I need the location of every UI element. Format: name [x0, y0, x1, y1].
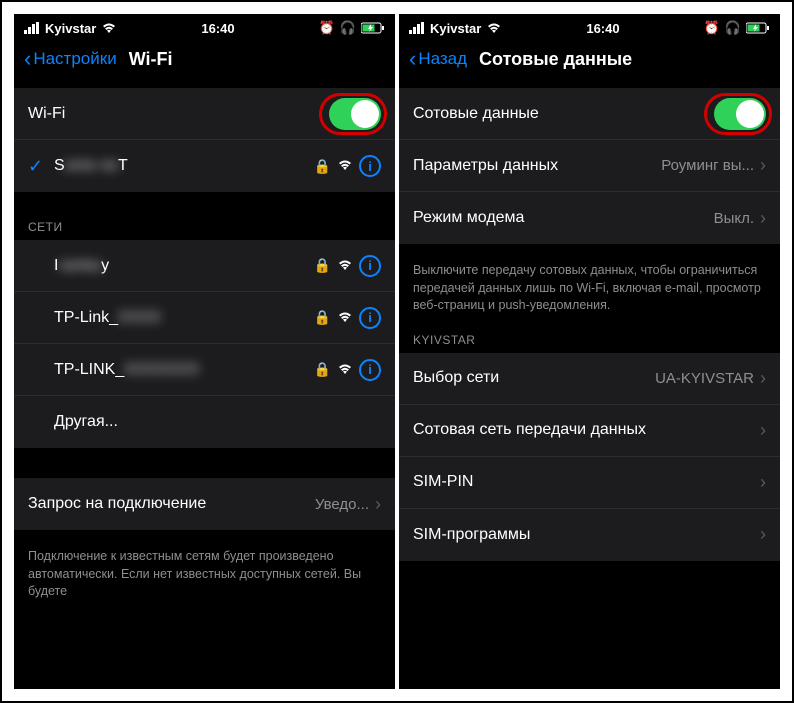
nav-bar: ‹ Настройки Wi-Fi	[14, 38, 395, 88]
info-icon[interactable]: i	[359, 307, 381, 329]
wifi-icon	[337, 362, 353, 378]
back-button[interactable]: ‹ Настройки	[24, 46, 117, 72]
wifi-icon	[337, 310, 353, 326]
other-network-row[interactable]: Другая...	[14, 396, 395, 448]
connected-network-row[interactable]: ✓ Some neT 🔒 i	[14, 140, 395, 192]
cellular-settings-screen: Kyivstar 16:40 ⏰ 🎧 ‹ Назад Сотовые данны…	[399, 14, 780, 689]
status-bar: Kyivstar 16:40 ⏰ 🎧	[399, 14, 780, 38]
chevron-right-icon: ›	[760, 420, 766, 441]
signal-icon	[409, 22, 425, 34]
back-label: Назад	[418, 49, 467, 69]
footer-text: Выключите передачу сотовых данных, чтобы…	[399, 254, 780, 315]
chevron-right-icon: ›	[760, 208, 766, 229]
wifi-toggle-label: Wi-Fi	[28, 105, 329, 123]
chevron-right-icon: ›	[760, 368, 766, 389]
info-icon[interactable]: i	[359, 255, 381, 277]
chevron-right-icon: ›	[760, 524, 766, 545]
cellular-toggle-label: Сотовые данные	[413, 105, 714, 123]
status-bar: Kyivstar 16:40 ⏰ 🎧	[14, 14, 395, 38]
chevron-right-icon: ›	[375, 494, 381, 515]
wifi-settings-screen: Kyivstar 16:40 ⏰ 🎧 ‹ Настройки Wi-Fi	[14, 14, 395, 689]
headphones-icon: 🎧	[340, 20, 356, 36]
ask-to-join-row[interactable]: Запрос на подключение Уведо... ›	[14, 478, 395, 530]
chevron-right-icon: ›	[760, 472, 766, 493]
carrier-section-header: KYIVSTAR	[399, 315, 780, 353]
chevron-right-icon: ›	[760, 155, 766, 176]
network-row[interactable]: TP-Link_XXXX 🔒 i	[14, 292, 395, 344]
signal-icon	[24, 22, 40, 34]
footer-text: Подключение к известным сетям будет прои…	[14, 540, 395, 601]
back-button[interactable]: ‹ Назад	[409, 46, 467, 72]
carrier-label: Kyivstar	[45, 21, 96, 36]
wifi-icon	[337, 158, 353, 174]
page-title: Wi-Fi	[129, 49, 173, 70]
page-title: Сотовые данные	[479, 49, 632, 70]
cellular-toggle[interactable]	[714, 98, 766, 130]
clock: 16:40	[502, 21, 703, 36]
lock-icon: 🔒	[314, 158, 331, 175]
cellular-toggle-row[interactable]: Сотовые данные	[399, 88, 780, 140]
hotspot-row[interactable]: Режим модема Выкл. ›	[399, 192, 780, 244]
battery-icon	[361, 22, 385, 34]
wifi-icon	[337, 258, 353, 274]
headphones-icon: 🎧	[725, 20, 741, 36]
networks-header: СЕТИ	[14, 202, 395, 240]
wifi-toggle-row[interactable]: Wi-Fi	[14, 88, 395, 140]
info-icon[interactable]: i	[359, 359, 381, 381]
checkmark-icon: ✓	[28, 156, 46, 177]
back-label: Настройки	[33, 49, 116, 69]
cellular-data-network-row[interactable]: Сотовая сеть передачи данных ›	[399, 405, 780, 457]
wifi-toggle[interactable]	[329, 98, 381, 130]
nav-bar: ‹ Назад Сотовые данные	[399, 38, 780, 88]
lock-icon: 🔒	[314, 309, 331, 326]
wifi-status-icon	[486, 22, 502, 34]
chevron-left-icon: ‹	[24, 46, 31, 72]
info-icon[interactable]: i	[359, 155, 381, 177]
network-row[interactable]: TP-LINK_XXXXXXX 🔒 i	[14, 344, 395, 396]
battery-icon	[746, 22, 770, 34]
network-selection-row[interactable]: Выбор сети UA-KYIVSTAR ›	[399, 353, 780, 405]
lock-icon: 🔒	[314, 361, 331, 378]
wifi-status-icon	[101, 22, 117, 34]
network-row[interactable]: Ivankay 🔒 i	[14, 240, 395, 292]
sim-apps-row[interactable]: SIM-программы ›	[399, 509, 780, 561]
chevron-left-icon: ‹	[409, 46, 416, 72]
carrier-label: Kyivstar	[430, 21, 481, 36]
clock: 16:40	[117, 21, 318, 36]
alarm-icon: ⏰	[319, 20, 335, 36]
lock-icon: 🔒	[314, 257, 331, 274]
alarm-icon: ⏰	[704, 20, 720, 36]
sim-pin-row[interactable]: SIM-PIN ›	[399, 457, 780, 509]
data-options-row[interactable]: Параметры данных Роуминг вы... ›	[399, 140, 780, 192]
